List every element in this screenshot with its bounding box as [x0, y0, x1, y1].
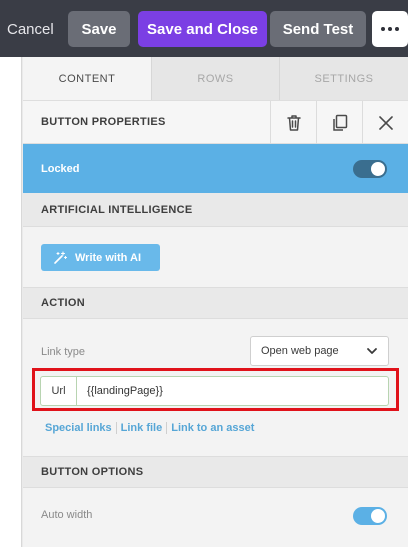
cancel-button[interactable]: Cancel	[0, 11, 62, 47]
button-properties-title: BUTTON PROPERTIES	[41, 116, 166, 128]
close-button[interactable]	[362, 101, 408, 145]
toggle-knob	[371, 162, 385, 176]
auto-width-label: Auto width	[41, 509, 93, 521]
action-section-header: ACTION	[23, 287, 408, 319]
link-type-value: Open web page	[261, 345, 339, 357]
action-section-title: ACTION	[41, 297, 85, 309]
button-properties-header: BUTTON PROPERTIES	[23, 100, 408, 145]
locked-label: Locked	[41, 162, 80, 175]
button-options-title: BUTTON OPTIONS	[41, 466, 144, 478]
more-horizontal-icon	[381, 27, 399, 31]
link-file-link[interactable]: Link file	[121, 422, 168, 434]
save-and-close-button[interactable]: Save and Close	[138, 11, 267, 47]
panel-tabs: CONTENT ROWS SETTINGS	[23, 57, 408, 100]
locked-row: Locked	[23, 144, 408, 193]
link-to-asset-link[interactable]: Link to an asset	[171, 422, 258, 434]
trash-icon	[286, 115, 301, 131]
send-test-button[interactable]: Send Test	[270, 11, 366, 47]
duplicate-button[interactable]	[316, 101, 362, 145]
locked-toggle[interactable]	[353, 160, 387, 178]
copy-icon	[332, 114, 347, 131]
tab-content[interactable]: CONTENT	[23, 57, 152, 100]
url-input[interactable]: {{landingPage}}	[87, 377, 163, 405]
more-options-button[interactable]	[372, 11, 408, 47]
ai-section-title: ARTIFICIAL INTELLIGENCE	[41, 203, 193, 216]
action-section-body: Link type Open web page Url {{landingPag…	[23, 319, 408, 456]
properties-panel: CONTENT ROWS SETTINGS BUTTON PROPERTIES …	[23, 57, 408, 547]
link-type-label: Link type	[41, 346, 86, 358]
tab-rows[interactable]: ROWS	[152, 57, 280, 100]
link-options: Special links Link file Link to an asset	[45, 422, 262, 434]
tab-settings[interactable]: SETTINGS	[280, 57, 408, 100]
special-links-link[interactable]: Special links	[45, 422, 117, 434]
auto-width-toggle[interactable]	[353, 507, 387, 525]
save-button[interactable]: Save	[68, 11, 130, 47]
button-options-header: BUTTON OPTIONS	[23, 456, 408, 488]
top-toolbar: Cancel Save Save and Close Send Test	[0, 0, 408, 57]
button-options-body: Auto width	[23, 488, 408, 547]
link-type-select[interactable]: Open web page	[250, 336, 389, 366]
editor-canvas-edge	[0, 57, 22, 547]
url-prefix-label: Url	[41, 377, 77, 405]
delete-button[interactable]	[270, 101, 316, 145]
chevron-down-icon	[367, 348, 377, 354]
magic-wand-icon	[54, 250, 67, 264]
ai-section-header: ARTIFICIAL INTELLIGENCE	[23, 193, 408, 227]
close-icon	[378, 116, 393, 130]
write-with-ai-label: Write with AI	[75, 251, 141, 264]
write-with-ai-button[interactable]: Write with AI	[41, 244, 160, 271]
ai-section-body: Write with AI	[23, 227, 408, 287]
url-input-group[interactable]: Url {{landingPage}}	[40, 376, 389, 406]
toggle-knob	[371, 509, 385, 523]
